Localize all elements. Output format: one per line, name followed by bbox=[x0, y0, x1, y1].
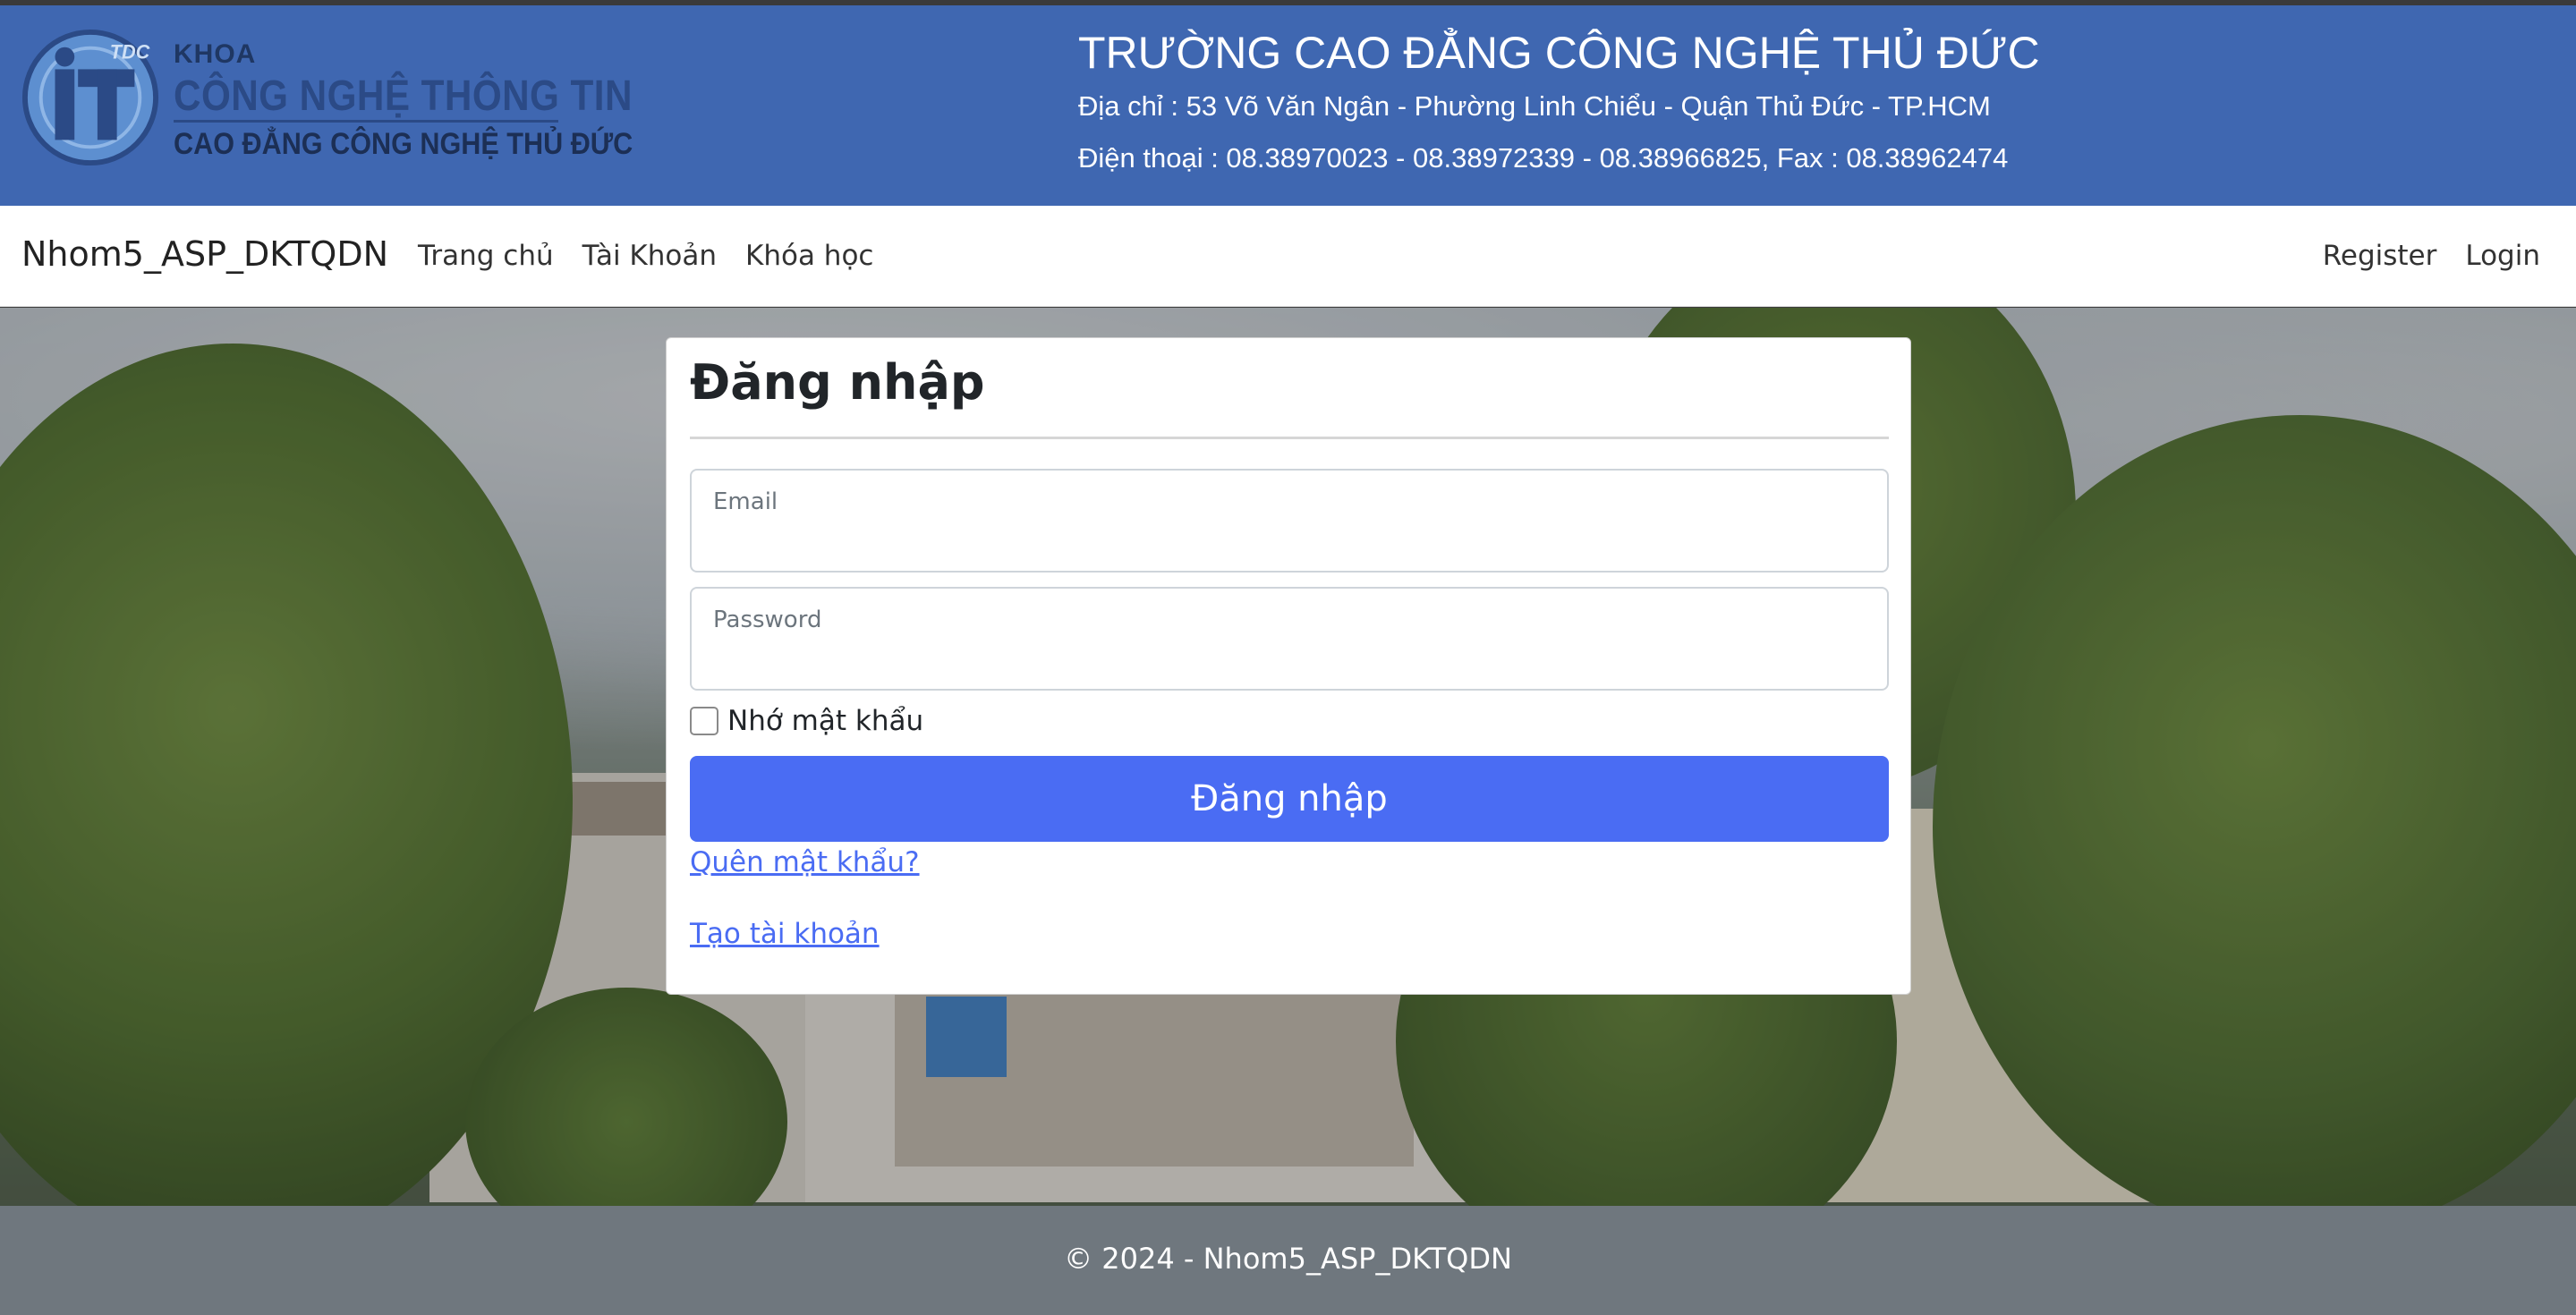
svg-text:TDC: TDC bbox=[110, 41, 150, 64]
nav-left-links: Trang chủ Tài Khoản Khóa học bbox=[418, 240, 902, 272]
nav-link-courses[interactable]: Khóa học bbox=[745, 240, 873, 272]
school-info: TRƯỜNG CAO ĐẲNG CÔNG NGHỆ THỦ ĐỨC Địa ch… bbox=[1078, 25, 2040, 184]
school-phone: Điện thoại : 08.38970023 - 08.38972339 -… bbox=[1078, 142, 2009, 174]
email-input[interactable] bbox=[711, 524, 1866, 560]
nav-link-login[interactable]: Login bbox=[2465, 240, 2540, 272]
nav-right-links: Register Login bbox=[2323, 240, 2540, 272]
page-footer: © 2024 - Nhom5_ASP_DKTQDN bbox=[0, 1206, 2576, 1315]
header-banner: TDC KHOA CÔNG NGHỆ THÔNG TIN CAO ĐẲNG CÔ… bbox=[0, 5, 2576, 206]
password-label: Password bbox=[713, 607, 822, 633]
logo-line-faculty: CÔNG NGHỆ THÔNG TIN bbox=[174, 72, 633, 120]
remember-me[interactable]: Nhớ mật khẩu bbox=[690, 705, 923, 737]
school-address: Địa chỉ : 53 Võ Văn Ngân - Phường Linh C… bbox=[1078, 90, 1991, 122]
email-field[interactable]: Email bbox=[690, 469, 1889, 573]
logo-line-college: CAO ĐẲNG CÔNG NGHỆ THỦ ĐỨC bbox=[174, 127, 633, 161]
login-title: Đăng nhập bbox=[690, 354, 985, 411]
nav-link-home[interactable]: Trang chủ bbox=[418, 240, 554, 272]
nav-link-register[interactable]: Register bbox=[2323, 240, 2437, 272]
navbar-brand[interactable]: Nhom5_ASP_DKTQDN bbox=[21, 234, 388, 274]
footer-copyright: © 2024 - Nhom5_ASP_DKTQDN bbox=[1064, 1242, 1512, 1276]
logo-line-khoa: KHOA bbox=[174, 39, 257, 69]
main-navbar: Nhom5_ASP_DKTQDN Trang chủ Tài Khoản Khó… bbox=[0, 206, 2576, 307]
forgot-password-link[interactable]: Quên mật khẩu? bbox=[690, 846, 920, 878]
title-divider bbox=[690, 437, 1889, 439]
create-account-link[interactable]: Tạo tài khoản bbox=[690, 918, 880, 950]
school-name: TRƯỜNG CAO ĐẲNG CÔNG NGHỆ THỦ ĐỨC bbox=[1078, 28, 2040, 78]
tdc-it-logo-icon: TDC bbox=[21, 29, 159, 166]
login-card: Đăng nhập Email Password Nhớ mật khẩu Đă… bbox=[666, 337, 1911, 995]
nav-link-account[interactable]: Tài Khoản bbox=[582, 240, 717, 272]
email-label: Email bbox=[713, 488, 778, 515]
password-field[interactable]: Password bbox=[690, 587, 1889, 691]
remember-me-label: Nhớ mật khẩu bbox=[727, 705, 924, 737]
logo-divider bbox=[174, 120, 558, 123]
remember-me-checkbox[interactable] bbox=[690, 707, 718, 735]
password-input[interactable] bbox=[711, 642, 1866, 678]
faculty-logo: TDC KHOA CÔNG NGHỆ THÔNG TIN CAO ĐẲNG CÔ… bbox=[20, 23, 633, 175]
login-submit-button[interactable]: Đăng nhập bbox=[690, 756, 1889, 842]
